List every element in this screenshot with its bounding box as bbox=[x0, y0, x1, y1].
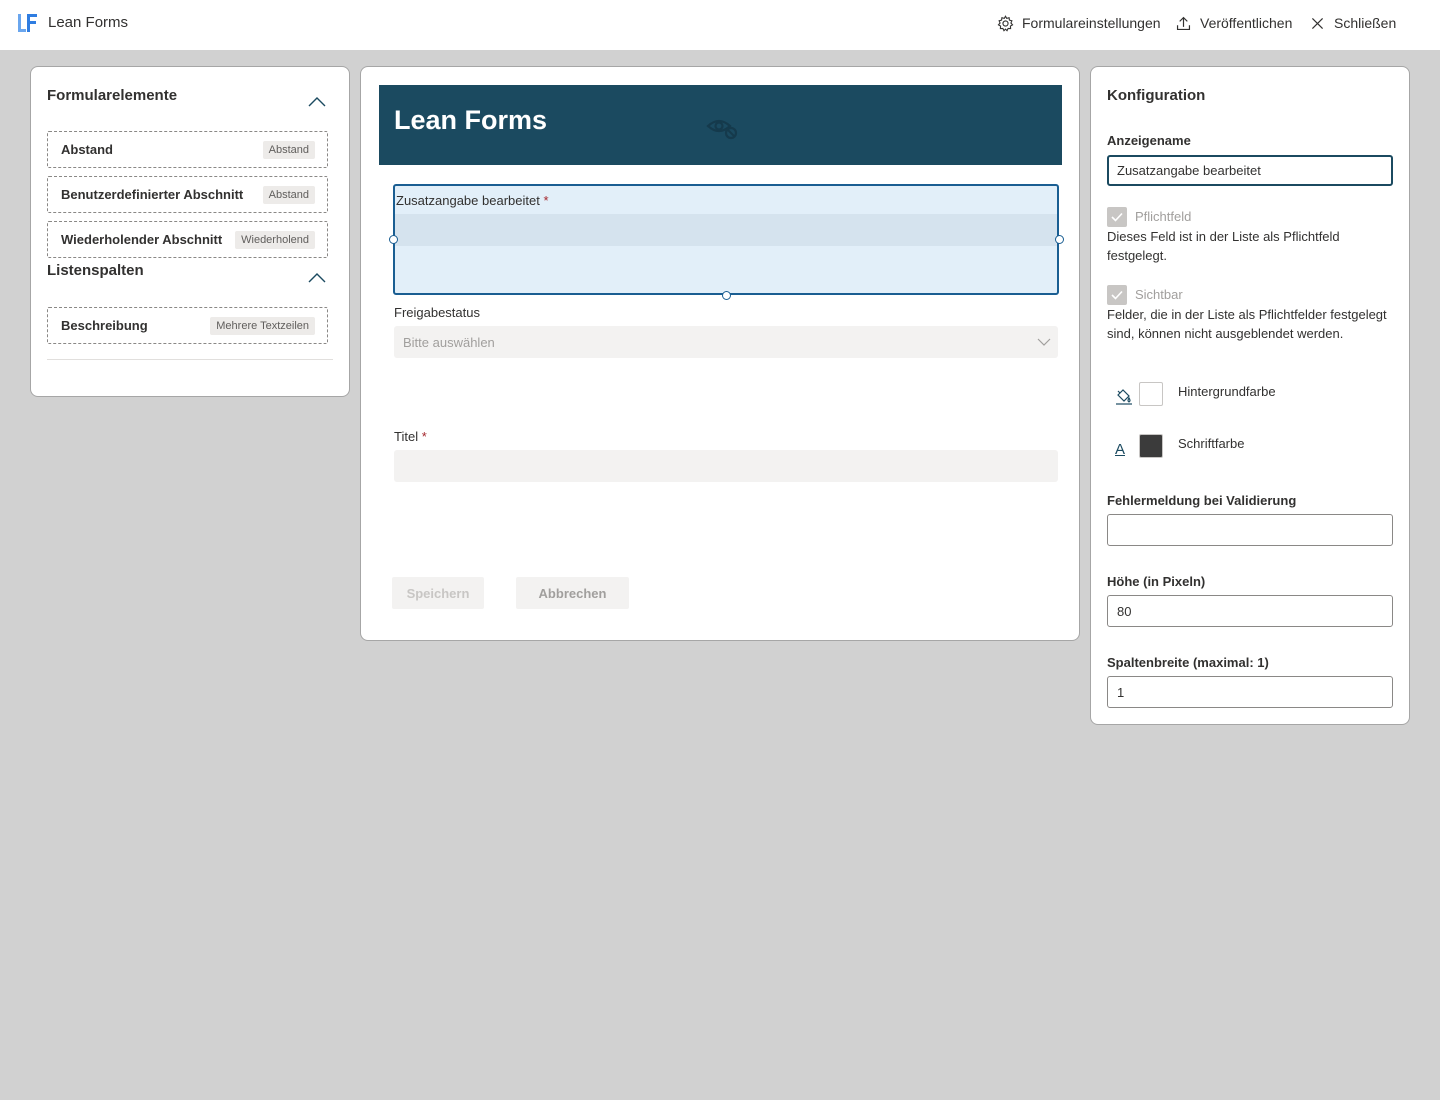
field-label-title: Titel * bbox=[394, 429, 427, 444]
publish-button[interactable]: Veröffentlichen bbox=[1175, 13, 1292, 33]
required-checkbox[interactable] bbox=[1107, 207, 1127, 227]
visible-description: Felder, die in der Liste als Pflichtfeld… bbox=[1107, 307, 1387, 341]
height-input[interactable] bbox=[1107, 595, 1393, 627]
height-label: Höhe (in Pixeln) bbox=[1107, 574, 1206, 589]
field-label-approval-status: Freigabestatus bbox=[394, 305, 480, 320]
form-elements-panel: Formularelemente Abstand Abstand Benutze… bbox=[30, 66, 350, 397]
close-label: Schließen bbox=[1334, 15, 1397, 31]
required-marker: * bbox=[421, 429, 427, 444]
cancel-button[interactable]: Abbrechen bbox=[516, 577, 629, 609]
background-color-label: Hintergrundfarbe bbox=[1178, 384, 1276, 399]
configuration-title: Konfiguration bbox=[1107, 87, 1206, 104]
close-icon bbox=[1311, 17, 1324, 29]
element-name: Beschreibung bbox=[61, 318, 148, 333]
multiline-text-input[interactable] bbox=[395, 214, 1057, 246]
field-label: Zusatzangabe bearbeitet * bbox=[396, 193, 549, 208]
font-color-swatch[interactable] bbox=[1139, 434, 1163, 458]
chevron-up-icon[interactable] bbox=[307, 96, 327, 108]
approval-status-dropdown[interactable]: Bitte auswählen bbox=[394, 326, 1058, 358]
form-element-spacer[interactable]: Abstand Abstand bbox=[47, 131, 328, 168]
form-header[interactable]: Lean Forms bbox=[379, 85, 1062, 165]
dropdown-placeholder: Bitte auswählen bbox=[403, 334, 495, 350]
checkmark-icon bbox=[1111, 212, 1123, 222]
font-color-icon: A bbox=[1115, 441, 1126, 458]
top-bar: Lean Forms Formulareinstellungen Veröffe… bbox=[0, 0, 1440, 50]
required-description: Dieses Feld ist in der Liste als Pflicht… bbox=[1107, 229, 1340, 263]
element-type-badge: Abstand bbox=[262, 140, 315, 159]
divider bbox=[47, 359, 333, 360]
form-canvas: Lean Forms Zusatzangabe bearbeitet * Fre… bbox=[360, 66, 1080, 641]
paint-bucket-icon bbox=[1116, 389, 1132, 405]
element-name: Benutzerdefinierter Abschnitt bbox=[61, 187, 244, 202]
resize-handle-bottom[interactable] bbox=[722, 291, 731, 300]
save-button[interactable]: Speichern bbox=[392, 577, 484, 609]
list-column-description[interactable]: Beschreibung Mehrere Textzeilen bbox=[47, 307, 328, 344]
gear-icon bbox=[997, 14, 1014, 32]
column-width-input[interactable] bbox=[1107, 676, 1393, 708]
form-settings-label: Formulareinstellungen bbox=[1022, 15, 1161, 31]
element-type-badge: Mehrere Textzeilen bbox=[210, 316, 315, 335]
selected-field-additional-info[interactable]: Zusatzangabe bearbeitet * bbox=[389, 184, 1064, 300]
background-color-swatch[interactable] bbox=[1139, 382, 1163, 406]
title-input[interactable] bbox=[394, 450, 1058, 482]
configuration-panel: Konfiguration Anzeigename Pflichtfeld Di… bbox=[1090, 66, 1410, 725]
form-element-repeating-section[interactable]: Wiederholender Abschnitt Wiederholend bbox=[47, 221, 328, 258]
resize-handle-right[interactable] bbox=[1055, 235, 1064, 244]
form-header-title: Lean Forms bbox=[394, 105, 548, 135]
column-width-label: Spaltenbreite (maximal: 1) bbox=[1107, 655, 1269, 670]
upload-icon bbox=[1176, 16, 1191, 30]
visible-checkbox-label: Sichtbar bbox=[1135, 287, 1183, 302]
close-button[interactable]: Schließen bbox=[1309, 13, 1396, 33]
chevron-up-icon[interactable] bbox=[307, 272, 327, 284]
validation-error-input[interactable] bbox=[1107, 514, 1393, 546]
chevron-down-icon bbox=[1037, 338, 1051, 346]
display-name-input[interactable] bbox=[1107, 155, 1393, 186]
app-title: Lean Forms bbox=[48, 14, 129, 31]
publish-label: Veröffentlichen bbox=[1200, 15, 1293, 31]
resize-handle-left[interactable] bbox=[389, 235, 398, 244]
element-name: Wiederholender Abschnitt bbox=[61, 232, 223, 247]
lean-forms-logo-icon bbox=[18, 14, 37, 32]
checkmark-icon bbox=[1111, 290, 1123, 300]
font-color-label: Schriftfarbe bbox=[1178, 436, 1245, 451]
required-marker: * bbox=[543, 193, 549, 208]
visible-checkbox[interactable] bbox=[1107, 285, 1127, 305]
element-type-badge: Abstand bbox=[262, 185, 315, 204]
display-name-label: Anzeigename bbox=[1107, 133, 1191, 148]
eye-hidden-icon bbox=[706, 119, 738, 140]
element-name: Abstand bbox=[61, 142, 113, 157]
element-type-badge: Wiederholend bbox=[235, 230, 315, 249]
validation-error-label: Fehlermeldung bei Validierung bbox=[1107, 493, 1297, 508]
form-element-custom-section[interactable]: Benutzerdefinierter Abschnitt Abstand bbox=[47, 176, 328, 213]
form-settings-button[interactable]: Formulareinstellungen bbox=[997, 13, 1161, 33]
section-title-form-elements: Formularelemente bbox=[47, 87, 178, 104]
section-title-list-columns: Listenspalten bbox=[47, 262, 144, 279]
required-checkbox-label: Pflichtfeld bbox=[1135, 209, 1192, 224]
